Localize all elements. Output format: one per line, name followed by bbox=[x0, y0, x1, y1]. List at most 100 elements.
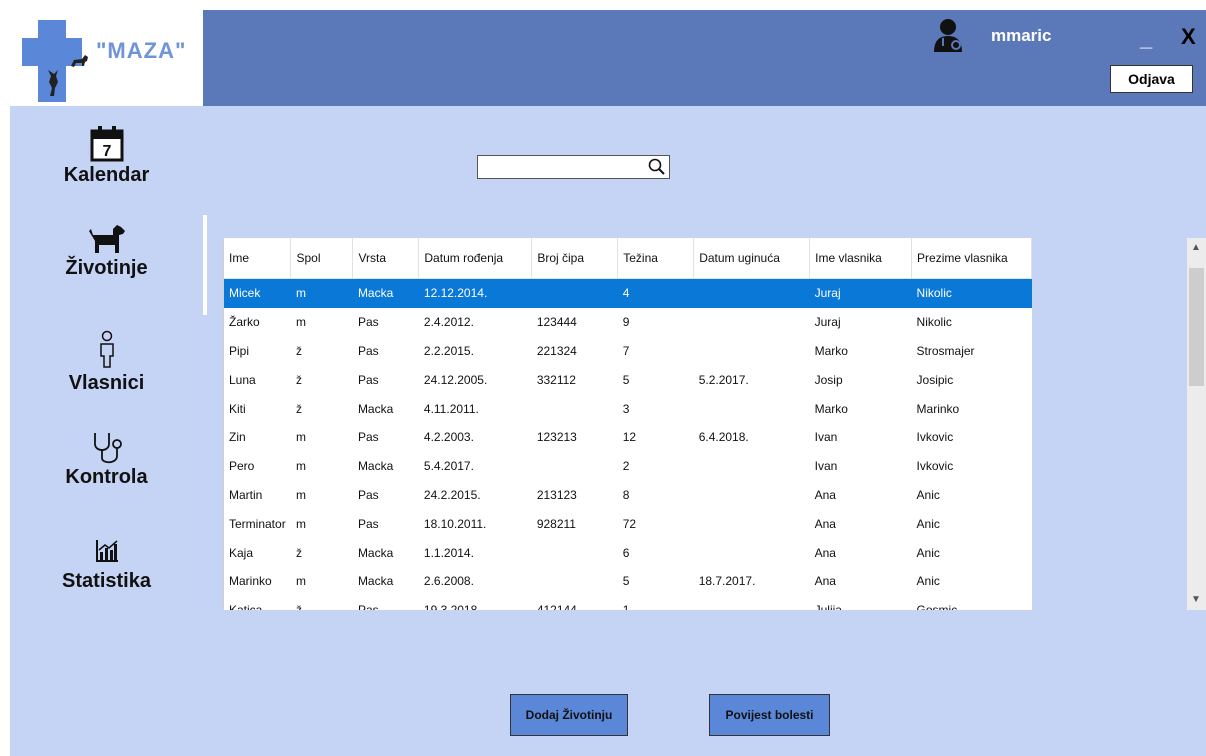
search-icon[interactable] bbox=[647, 158, 665, 176]
table-cell bbox=[532, 452, 618, 481]
dog-silhouette-icon bbox=[71, 55, 88, 67]
medical-history-button[interactable]: Povijest bolesti bbox=[709, 694, 830, 736]
table-row[interactable]: Pipi ž Pas 2.2.2015. 221324 7 Marko Strosmajer bbox=[224, 337, 1032, 366]
table-cell: 123213 bbox=[536, 430, 577, 445]
column-header[interactable]: Ime vlasnika bbox=[809, 238, 913, 279]
table-cell: 1.1.2014. bbox=[423, 545, 474, 560]
table-row[interactable]: Luna ž Pas 24.12.2005. 332112 5 5.2.2017. Josip… bbox=[224, 365, 1032, 394]
table-cell: 19.3.2018. bbox=[419, 596, 532, 610]
table-cell: Anic bbox=[916, 516, 940, 531]
sidebar-item-kalendar[interactable]: 7 Kalendar bbox=[10, 124, 203, 187]
add-animal-button[interactable]: Dodaj Životinju bbox=[510, 694, 628, 736]
app-window: "MAZA" mmaric _ X Odjava 7 Kalendar Živo… bbox=[10, 10, 1206, 756]
table-cell bbox=[694, 538, 810, 567]
table-cell bbox=[694, 481, 810, 510]
table-cell: 7 bbox=[622, 343, 630, 358]
table-cell: 4.11.2011. bbox=[423, 401, 479, 416]
table-row[interactable]: KaticažPas19.3.2018.4121441 JulijaGosmic bbox=[224, 596, 1032, 610]
table-cell: Ana bbox=[814, 545, 836, 560]
calendar-icon: 7 bbox=[90, 126, 123, 162]
column-header[interactable]: Datum uginuća bbox=[693, 238, 811, 279]
table-row[interactable]: Terminator m Pas 18.10.2011. 928211 72 Ana Anic bbox=[224, 509, 1032, 538]
table-cell: Macka bbox=[357, 574, 394, 589]
logout-button[interactable]: Odjava bbox=[1110, 65, 1193, 93]
column-header[interactable]: Datum rođenja bbox=[418, 238, 533, 279]
table-cell: Juraj bbox=[809, 278, 912, 308]
table-cell bbox=[531, 278, 618, 308]
table-cell: Pas bbox=[357, 487, 379, 502]
scroll-down-icon[interactable]: ▼ bbox=[1191, 594, 1201, 605]
table-row[interactable]: Kiti ž Macka 4.11.2011. 3 Marko Marinko bbox=[224, 394, 1032, 423]
table-header-row: Ime Spol Vrsta Datum rođenja Broj čipa Težina… bbox=[224, 238, 1032, 279]
table-cell: Katica bbox=[224, 596, 291, 610]
table-cell: 18.7.2017. bbox=[698, 574, 756, 589]
sidebar-item-vlasnici[interactable]: Vlasnici bbox=[10, 330, 203, 395]
table-cell: Micek bbox=[224, 278, 291, 308]
table-cell: ž bbox=[295, 343, 302, 358]
table-cell: Marko bbox=[814, 343, 848, 358]
close-button[interactable]: X bbox=[1181, 24, 1196, 50]
table-cell: 4.2.2003. bbox=[423, 430, 474, 445]
table-cell: m bbox=[290, 278, 353, 308]
sidebar-item-label: Kalendar bbox=[63, 164, 150, 186]
table-cell: Žarko bbox=[229, 315, 260, 330]
table-cell: Marinko bbox=[229, 574, 272, 589]
column-header[interactable]: Spol bbox=[290, 238, 354, 279]
sidebar-item-label: Kontrola bbox=[65, 466, 148, 488]
table-cell: Nikolic bbox=[916, 315, 952, 330]
table-cell: 8 bbox=[622, 487, 630, 502]
column-header[interactable]: Prezime vlasnika bbox=[911, 238, 1032, 279]
scroll-up-icon[interactable]: ▲ bbox=[1191, 242, 1201, 253]
table-cell: 12.12.2014. bbox=[418, 278, 532, 308]
table-cell: 1 bbox=[618, 596, 694, 610]
table-cell: Ivkovic bbox=[916, 430, 954, 445]
person-icon bbox=[99, 330, 114, 368]
column-header[interactable]: Vrsta bbox=[352, 238, 420, 279]
table-row[interactable]: Zin m Pas 4.2.2003. 123213 12 6.4.2018. Ivan Ivk… bbox=[224, 423, 1032, 452]
table-cell: Pas bbox=[353, 596, 419, 610]
table-row[interactable]: Marinko m Macka 2.6.2008. 5 18.7.2017. Ana Anic bbox=[224, 567, 1032, 596]
table-cell: Pas bbox=[357, 430, 379, 445]
table-cell bbox=[532, 394, 618, 423]
table-cell: Anic bbox=[916, 574, 940, 589]
table-cell: Macka bbox=[352, 278, 419, 308]
sidebar-item-kontrola[interactable]: Kontrola bbox=[10, 430, 203, 489]
table-cell: ž bbox=[295, 401, 302, 416]
column-header[interactable]: Ime bbox=[224, 238, 292, 279]
table-cell: Pas bbox=[357, 343, 379, 358]
logo: "MAZA" bbox=[10, 10, 203, 106]
table-cell: Pas bbox=[357, 516, 379, 531]
table-cell: 72 bbox=[622, 516, 637, 531]
sidebar-item-statistika[interactable]: Statistika bbox=[10, 538, 203, 593]
column-header[interactable]: Težina bbox=[617, 238, 695, 279]
table-cell: Terminator bbox=[229, 516, 286, 531]
table-cell: 5.4.2017. bbox=[423, 459, 474, 474]
table-cell: m bbox=[295, 315, 306, 330]
table-cell: Gosmic bbox=[912, 596, 1032, 610]
search-input[interactable] bbox=[477, 155, 670, 179]
table-cell: Luna bbox=[229, 372, 256, 387]
table-cell: m bbox=[295, 487, 306, 502]
table-cell: m bbox=[295, 574, 306, 589]
minimize-button[interactable]: _ bbox=[1140, 26, 1152, 52]
sidebar-item-zivotinje[interactable]: Životinje bbox=[10, 223, 203, 280]
table-cell: 2.4.2012. bbox=[423, 315, 474, 330]
table-cell: Ivan bbox=[814, 430, 838, 445]
table-cell: Pipi bbox=[229, 343, 250, 358]
table-row[interactable]: Pero m Macka 5.4.2017. 2 Ivan Ivkovic bbox=[224, 452, 1032, 481]
table-row[interactable]: Martin m Pas 24.2.2015. 213123 8 Ana Anic bbox=[224, 481, 1032, 510]
table-body: Micek m Macka 12.12.2014. 4 Juraj Nikolic Žarko… bbox=[224, 278, 1032, 610]
column-header[interactable]: Broj čipa bbox=[531, 238, 619, 279]
table-cell bbox=[693, 278, 810, 308]
table-cell: 332112 bbox=[536, 372, 576, 387]
calendar-day: 7 bbox=[102, 143, 111, 160]
scrollbar-thumb[interactable] bbox=[1189, 268, 1204, 386]
table-cell: Ana bbox=[814, 574, 836, 589]
table-cell bbox=[532, 567, 618, 596]
table-row[interactable]: Micek m Macka 12.12.2014. 4 Juraj Nikolic bbox=[224, 278, 1032, 308]
vertical-scrollbar[interactable]: ▲ ▼ bbox=[1187, 238, 1206, 610]
table-row[interactable]: Žarko m Pas 2.4.2012. 123444 9 Juraj Nikolic bbox=[224, 308, 1032, 337]
table-cell: Kiti bbox=[229, 401, 246, 416]
table-row[interactable]: Kaja ž Macka 1.1.2014. 6 Ana Anic bbox=[224, 538, 1032, 567]
table-cell: Pas bbox=[357, 372, 379, 387]
